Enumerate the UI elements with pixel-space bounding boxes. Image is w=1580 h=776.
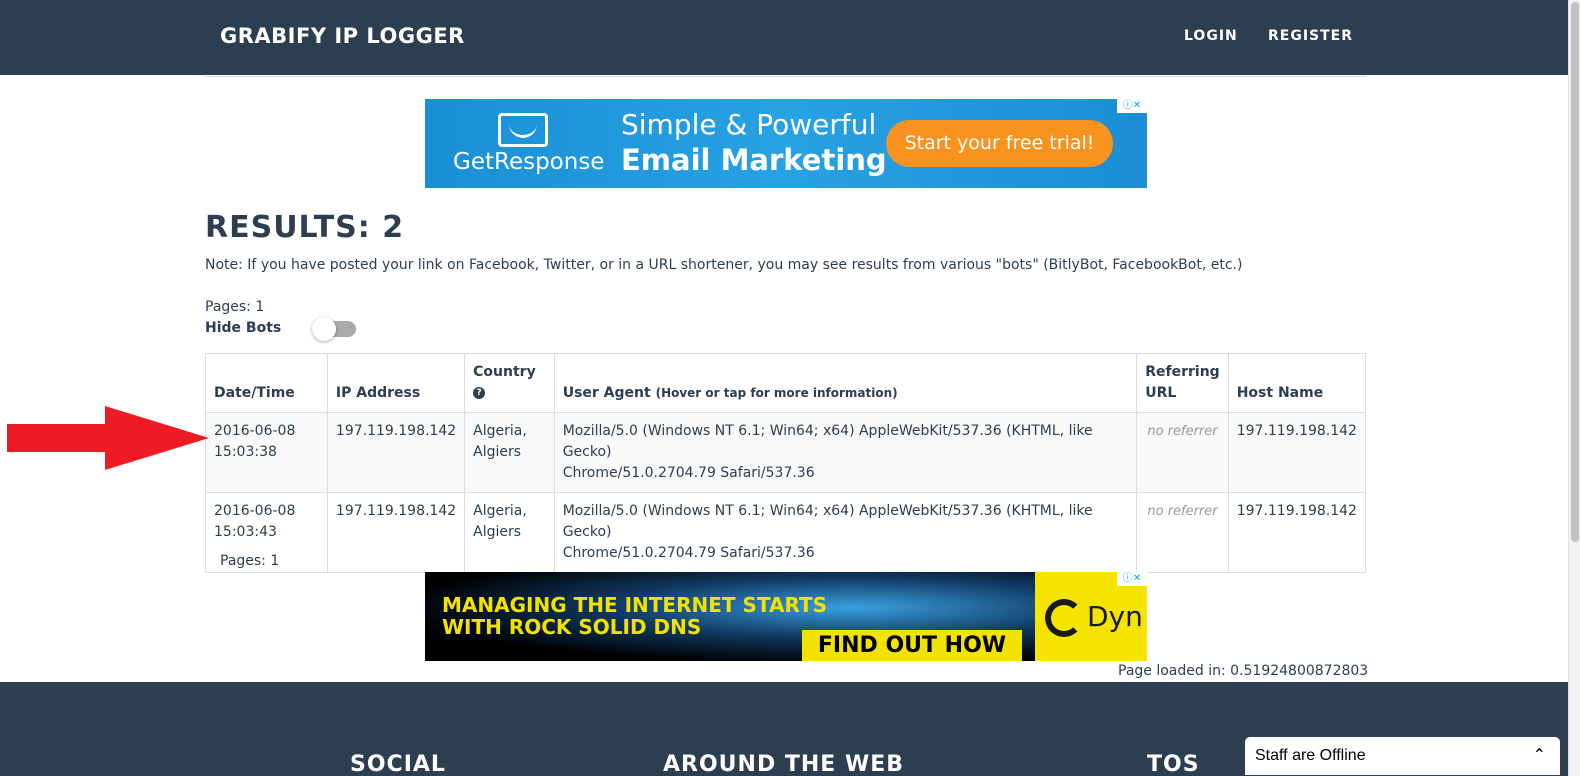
ad-headline-2: WITH ROCK SOLID DNS — [442, 615, 702, 639]
col-datetime: Date/Time — [205, 353, 328, 413]
pagination-top: Pages: 1 — [205, 299, 265, 315]
ad-choices-icon[interactable]: ⓘ✕ — [1117, 572, 1147, 586]
col-country-label: Country — [473, 364, 536, 380]
cell-date: 2016-06-08 — [214, 503, 296, 519]
scrollbar-thumb[interactable] — [1571, 2, 1579, 542]
cell-country-2: Algiers — [473, 524, 522, 540]
col-country: Country ? — [464, 353, 555, 413]
cell-ua-1: Mozilla/5.0 (Windows NT 6.1; Win64; x64)… — [562, 503, 1093, 540]
chat-status: Staff are Offline — [1255, 747, 1366, 764]
cell-ip: 197.119.198.142 — [326, 412, 466, 493]
cell-country: Algeria, Algiers — [464, 492, 555, 573]
dyn-logo-icon — [1045, 599, 1083, 637]
dyn-ad-banner[interactable]: MANAGING THE INTERNET STARTS WITH ROCK S… — [425, 572, 1147, 661]
register-link[interactable]: REGISTER — [1268, 28, 1353, 44]
ad-headline-2: Email Marketing — [621, 143, 887, 177]
cell-user-agent[interactable]: Mozilla/5.0 (Windows NT 6.1; Win64; x64)… — [553, 492, 1138, 573]
cell-country-1: Algeria, — [473, 503, 527, 519]
col-user-agent: User Agent (Hover or tap for more inform… — [553, 353, 1138, 413]
cell-ua-2: Chrome/51.0.2704.79 Safari/537.36 — [562, 465, 815, 481]
ad-headline: MANAGING THE INTERNET STARTS WITH ROCK S… — [442, 594, 827, 638]
cell-date: 2016-06-08 — [214, 423, 296, 439]
cell-host: 197.119.198.142 — [1227, 492, 1367, 573]
ad-brand-name: Dyn — [1087, 600, 1143, 633]
cell-time: 15:03:38 — [214, 444, 277, 460]
login-link[interactable]: LOGIN — [1184, 28, 1238, 44]
navbar: GRABIFY IP LOGGER LOGIN REGISTER — [0, 0, 1568, 75]
ad-cta-button[interactable]: FIND OUT HOW — [802, 630, 1022, 661]
results-table: Date/Time IP Address Country ? User Agen… — [205, 353, 1367, 573]
getresponse-ad-banner[interactable]: ⓘ✕ GetResponse Simple & Powerful Email M… — [425, 99, 1147, 188]
page-scrollbar[interactable] — [1568, 0, 1580, 776]
table-row: 2016-06-08 15:03:38 197.119.198.142 Alger… — [205, 412, 1367, 493]
divider — [205, 76, 1366, 77]
cell-time: 15:03:43 — [214, 524, 277, 540]
red-arrow-icon — [7, 406, 209, 470]
col-referrer: Referring URL — [1136, 353, 1229, 413]
cell-host: 197.119.198.142 — [1227, 412, 1367, 493]
col-ip: IP Address — [326, 353, 466, 413]
page-load-time: Page loaded in: 0.51924800872803 — [1118, 663, 1369, 679]
footer-social-heading: SOCIAL — [350, 752, 446, 776]
col-ua-hint: (Hover or tap for more information) — [655, 386, 898, 400]
question-circle-icon[interactable]: ? — [473, 387, 486, 399]
footer-around-heading: AROUND THE WEB — [663, 752, 905, 776]
bots-note: Note: If you have posted your link on Fa… — [205, 257, 1243, 273]
ad-cta-button[interactable]: Start your free trial! — [886, 120, 1113, 167]
cell-referrer: no referrer — [1136, 492, 1229, 573]
toggle-knob — [312, 317, 336, 341]
results-title: RESULTS: 2 — [205, 210, 405, 245]
getresponse-logo-icon — [498, 113, 548, 147]
cell-country-2: Algiers — [473, 444, 522, 460]
live-chat-widget[interactable]: Staff are Offline ⌃ — [1244, 736, 1561, 776]
ad-choices-icon[interactable]: ⓘ✕ — [1117, 99, 1147, 113]
footer-tos-heading[interactable]: TOS — [1147, 752, 1200, 776]
col-ref-line2: URL — [1145, 385, 1177, 401]
cell-country-1: Algeria, — [473, 423, 527, 439]
ad-headline-1: MANAGING THE INTERNET STARTS — [442, 593, 827, 617]
cell-user-agent[interactable]: Mozilla/5.0 (Windows NT 6.1; Win64; x64)… — [553, 412, 1138, 493]
cell-ua-1: Mozilla/5.0 (Windows NT 6.1; Win64; x64)… — [562, 423, 1093, 460]
cell-ip: 197.119.198.142 — [326, 492, 466, 573]
col-ua-label: User Agent — [562, 385, 651, 401]
ad-brand-name: GetResponse — [453, 149, 605, 175]
brand-logo[interactable]: GRABIFY IP LOGGER — [220, 24, 465, 48]
hide-bots-label: Hide Bots — [205, 320, 282, 336]
pagination-bottom: Pages: 1 — [220, 553, 280, 569]
chevron-up-icon[interactable]: ⌃ — [1533, 745, 1546, 764]
table-row: 2016-06-08 15:03:43 197.119.198.142 Alger… — [205, 492, 1367, 573]
cell-country: Algeria, Algiers — [464, 412, 555, 493]
cell-referrer: no referrer — [1136, 412, 1229, 493]
hide-bots-toggle[interactable] — [312, 317, 357, 341]
ad-headline-1: Simple & Powerful — [621, 108, 877, 141]
table-header-row: Date/Time IP Address Country ? User Agen… — [205, 353, 1367, 413]
col-ref-line1: Referring — [1145, 364, 1220, 380]
cell-ua-2: Chrome/51.0.2704.79 Safari/537.36 — [562, 545, 815, 561]
col-host: Host Name — [1227, 353, 1367, 413]
cell-datetime: 2016-06-08 15:03:38 — [205, 412, 328, 493]
